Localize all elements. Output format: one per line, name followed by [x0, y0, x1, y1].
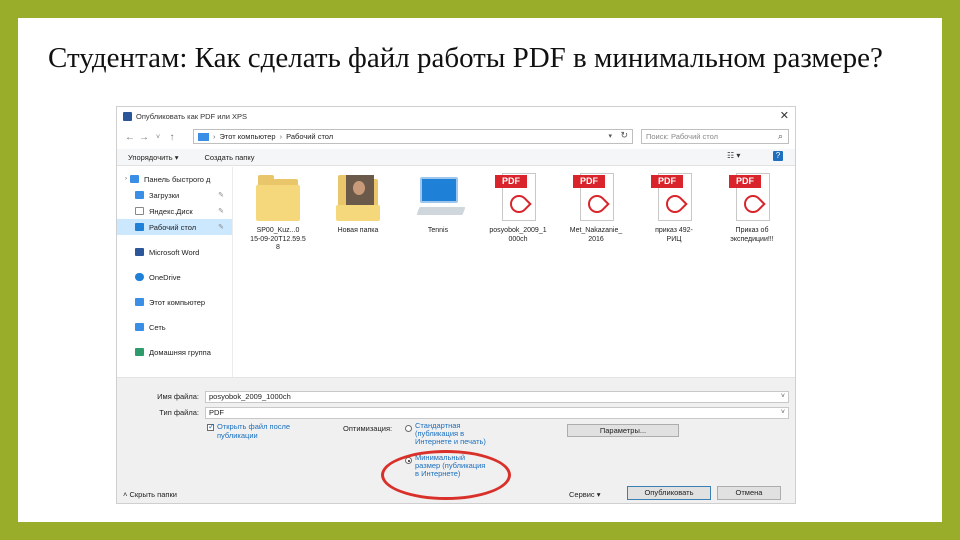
- chevron-down-icon[interactable]: ˅: [781, 408, 785, 418]
- computer-icon: [135, 298, 144, 306]
- pin-icon: ✎: [218, 192, 224, 199]
- filename-input[interactable]: posyobok_2009_1000ch ˅: [205, 390, 789, 403]
- computer-shortcut-icon: [412, 171, 466, 225]
- breadcrumb-desktop[interactable]: Рабочий стол: [286, 132, 333, 141]
- file-item-folder-sp00[interactable]: SP00_Kuz...0 15-09-20T12.59.5 8: [241, 171, 315, 253]
- slide: Студентам: Как сделать файл работы PDF в…: [18, 18, 942, 522]
- recent-chevron-icon[interactable]: ˅: [151, 134, 165, 141]
- search-icon: ⌕: [777, 131, 783, 141]
- pin-icon: ✎: [218, 224, 224, 231]
- close-icon[interactable]: ✕: [780, 109, 789, 122]
- forward-arrow-icon[interactable]: →: [137, 132, 151, 143]
- nav-item-desktop[interactable]: Рабочий стол ✎: [117, 219, 232, 235]
- refresh-icon[interactable]: ↻: [620, 130, 628, 141]
- filename-row: Имя файла: posyobok_2009_1000ch ˅: [117, 390, 795, 403]
- optimization-label: Оптимизация:: [343, 424, 393, 433]
- highlight-ellipse: [381, 450, 511, 500]
- file-label: Met_Nakazanie_ 2016: [569, 227, 623, 243]
- chevron-up-icon: ˄: [123, 490, 128, 499]
- service-menu[interactable]: Сервис ▾: [569, 490, 601, 499]
- file-item-pdf-met[interactable]: PDF Met_Nakazanie_ 2016: [559, 171, 633, 244]
- pdf-file-icon: PDF: [726, 171, 778, 225]
- up-arrow-icon[interactable]: ↑: [165, 132, 179, 143]
- file-list: SP00_Kuz...0 15-09-20T12.59.5 8 Новая па…: [241, 171, 791, 281]
- help-icon[interactable]: ?: [773, 151, 783, 161]
- nav-item-onedrive[interactable]: OneDrive: [117, 269, 232, 285]
- file-item-pdf-prikaz-ekspedicii[interactable]: PDF Приказ об экспедиции!!!: [715, 171, 789, 244]
- word-app-icon: [123, 111, 132, 121]
- command-toolbar: Упорядочить ▾ Создать папку ☷ ▾ ?: [117, 149, 795, 166]
- back-arrow-icon[interactable]: ←: [123, 132, 137, 143]
- address-bar[interactable]: › Этот компьютер › Рабочий стол ▾ ↻: [193, 129, 633, 144]
- filename-label: Имя файла:: [157, 392, 199, 401]
- network-icon: [135, 323, 144, 331]
- open-after-publish-label[interactable]: Открыть файл после публикации: [217, 422, 313, 440]
- save-options-panel: Имя файла: posyobok_2009_1000ch ˅ Тип фа…: [117, 377, 795, 503]
- search-placeholder: Поиск: Рабочий стол: [646, 132, 719, 141]
- cloud-icon: [135, 207, 144, 215]
- publish-button[interactable]: Опубликовать: [627, 486, 711, 500]
- cancel-button[interactable]: Отмена: [717, 486, 781, 500]
- folder-icon: [252, 171, 304, 225]
- publish-dialog: Опубликовать как PDF или XPS ✕ ← → ˅ ↑ ›…: [116, 106, 796, 504]
- photo-folder-icon: [332, 171, 384, 225]
- filetype-select[interactable]: PDF ˅: [205, 406, 789, 419]
- file-item-new-folder[interactable]: Новая папка: [321, 171, 395, 236]
- nav-item-microsoft-word[interactable]: Microsoft Word: [117, 244, 232, 260]
- file-label: Приказ об экспедиции!!!: [730, 227, 774, 243]
- dialog-titlebar: Опубликовать как PDF или XPS ✕: [117, 107, 795, 125]
- address-dropdown-icon[interactable]: ▾: [608, 132, 612, 140]
- slide-title: Студентам: Как сделать файл работы PDF в…: [48, 42, 883, 74]
- search-input[interactable]: Поиск: Рабочий стол ⌕: [641, 129, 789, 144]
- computer-icon: [198, 132, 209, 141]
- hide-folders-toggle[interactable]: ˄ Скрыть папки: [123, 490, 177, 499]
- new-folder-button[interactable]: Создать папку: [204, 153, 254, 162]
- pin-icon: ✎: [218, 208, 224, 215]
- file-item-tennis[interactable]: Tennis: [401, 171, 475, 236]
- open-after-publish-checkbox[interactable]: ✓: [207, 422, 215, 431]
- download-icon: [135, 191, 144, 199]
- file-label: приказ 492- РИЦ: [655, 227, 693, 243]
- navigation-bar: ← → ˅ ↑ › Этот компьютер › Рабочий стол …: [117, 127, 795, 147]
- nav-item-this-pc[interactable]: Этот компьютер: [117, 294, 232, 310]
- standard-radio[interactable]: [405, 425, 412, 432]
- nav-item-quick-access[interactable]: › Панель быстрого д: [117, 171, 232, 187]
- organize-button[interactable]: Упорядочить ▾: [128, 153, 178, 162]
- file-item-pdf-prikaz-492[interactable]: PDF приказ 492- РИЦ: [637, 171, 711, 244]
- dialog-title: Опубликовать как PDF или XPS: [136, 111, 248, 121]
- word-icon: [135, 248, 144, 256]
- parameters-button[interactable]: Параметры...: [567, 424, 679, 437]
- navigation-pane: › Панель быстрого д Загрузки ✎ Яндекс.Ди…: [117, 167, 233, 377]
- file-label: posyobok_2009_1 000ch: [489, 227, 547, 243]
- file-label: Новая папка: [337, 227, 379, 234]
- pdf-file-icon: PDF: [648, 171, 700, 225]
- nav-item-yandex-disk[interactable]: Яндекс.Диск ✎: [117, 203, 232, 219]
- nav-item-network[interactable]: Сеть: [117, 319, 232, 335]
- filetype-row: Тип файла: PDF ˅: [117, 406, 795, 419]
- desktop-icon: [135, 223, 144, 231]
- star-icon: [130, 175, 139, 183]
- pdf-file-icon: PDF: [492, 171, 544, 225]
- file-label: Tennis: [427, 227, 449, 234]
- view-options-icon[interactable]: ☷ ▾: [727, 151, 740, 160]
- breadcrumb-this-pc[interactable]: Этот компьютер: [220, 132, 276, 141]
- nav-item-homegroup[interactable]: Домашняя группа: [117, 344, 232, 360]
- standard-option-label[interactable]: Стандартная (публикация в Интернете и пе…: [415, 422, 486, 446]
- chevron-down-icon[interactable]: ˅: [781, 392, 785, 402]
- homegroup-icon: [135, 348, 144, 356]
- onedrive-icon: [135, 273, 144, 281]
- nav-item-downloads[interactable]: Загрузки ✎: [117, 187, 232, 203]
- file-label: SP00_Kuz...0 15-09-20T12.59.5 8: [250, 227, 306, 251]
- pdf-file-icon: PDF: [570, 171, 622, 225]
- filetype-label: Тип файла:: [159, 408, 199, 417]
- file-item-pdf-posyobok[interactable]: PDF posyobok_2009_1 000ch: [481, 171, 555, 244]
